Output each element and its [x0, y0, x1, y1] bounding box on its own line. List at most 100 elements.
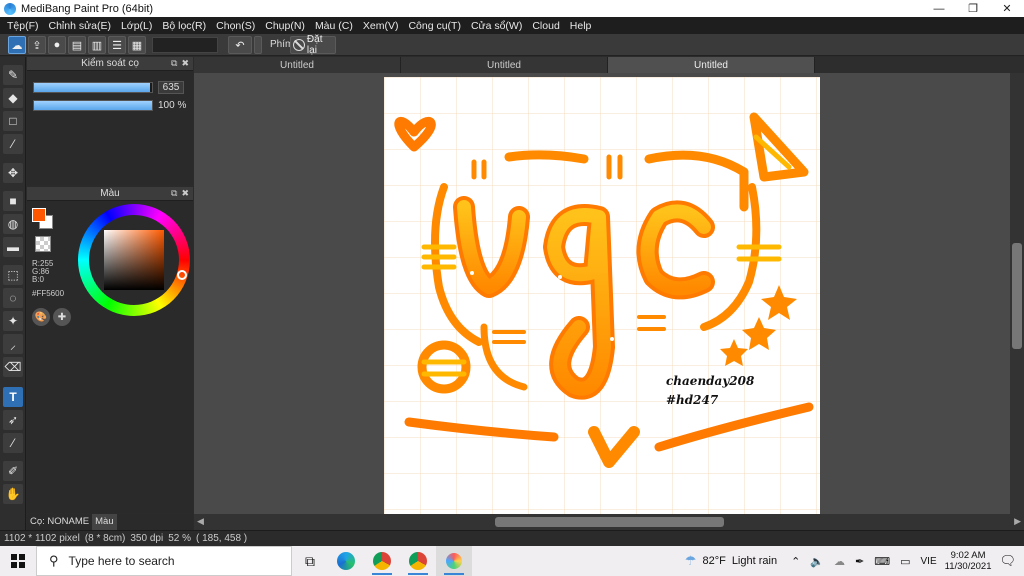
select-rect-tool-icon[interactable]: ⬚ — [3, 265, 23, 285]
comment-icon[interactable]: ● — [48, 36, 66, 54]
onedrive-icon[interactable]: ☁ — [834, 555, 845, 568]
status-bar: 1102 * 1102 pixel (8 * 8cm) 350 dpi 52 %… — [0, 530, 1024, 546]
eraser-tool-icon[interactable]: ◆ — [3, 88, 23, 108]
scroll-right-arrow-icon[interactable]: ▶ — [1014, 516, 1021, 527]
text-tool-icon[interactable]: T — [3, 387, 23, 407]
brush-size-value[interactable]: 635 — [158, 81, 184, 94]
search-placeholder: Type here to search — [68, 554, 175, 568]
notification-icon[interactable]: 🗨 — [999, 553, 1016, 569]
menu-view[interactable]: Xem(V) — [358, 20, 404, 32]
menu-filter[interactable]: Bộ lọc(R) — [157, 20, 211, 32]
artwork-canvas[interactable]: chaenday208 #hd247 — [384, 77, 820, 514]
doc-tab-2[interactable]: Untitled — [401, 57, 608, 73]
transparent-color-swatch[interactable] — [35, 236, 51, 252]
window-title: MediBang Paint Pro (64bit) — [21, 2, 154, 15]
horizontal-scroll-thumb[interactable] — [495, 517, 724, 527]
menu-file[interactable]: Tệp(F) — [2, 20, 44, 32]
doc-tab-1[interactable]: Untitled — [194, 57, 401, 73]
display-icon[interactable]: ▭ — [900, 555, 910, 568]
taskbar-search-box[interactable]: ⚲ Type here to search — [36, 546, 292, 576]
menu-tools[interactable]: Công cụ(T) — [403, 20, 466, 32]
gradient-tool-icon[interactable]: ▬ — [3, 237, 23, 257]
select-pen-tool-icon[interactable]: ⸝ — [3, 334, 23, 354]
weather-icon[interactable]: ☂ — [685, 553, 697, 569]
undo-dropdown[interactable] — [254, 36, 262, 54]
maximize-button[interactable]: ❐ — [956, 0, 990, 17]
language-indicator[interactable]: VIE — [921, 556, 937, 567]
brush-size-slider[interactable] — [33, 82, 153, 93]
artwork-credit-name: chaenday208 — [666, 374, 755, 388]
operation-tool-icon[interactable]: ➶ — [3, 410, 23, 430]
tab-brush[interactable]: Cọ: NONAME — [27, 514, 92, 530]
pen-icon[interactable]: ✒ — [855, 555, 864, 568]
keyboard-icon[interactable]: ⌨ — [874, 555, 890, 568]
dot-brush-tool-icon[interactable]: ⁄ — [3, 134, 23, 154]
no-symbol-icon — [293, 39, 305, 51]
panel-close-icon[interactable]: ✖ — [181, 188, 189, 199]
fill-rect-tool-icon[interactable]: ■ — [3, 191, 23, 211]
undo-icon[interactable]: ↶ — [228, 36, 252, 54]
color-panel-header: Màu ⧉ ✖ — [27, 187, 193, 201]
vertical-scroll-thumb[interactable] — [1012, 243, 1022, 349]
scroll-left-arrow-icon[interactable]: ◀ — [197, 516, 204, 527]
clock[interactable]: 9:02 AM 11/30/2021 — [937, 550, 1000, 572]
brush-opacity-slider[interactable] — [33, 100, 153, 111]
menu-window[interactable]: Cửa sổ(W) — [466, 20, 527, 32]
medibang-taskbar-icon[interactable] — [436, 546, 472, 576]
canvas-area[interactable]: chaenday208 #hd247 — [194, 73, 1010, 514]
brush-tool-icon[interactable]: ✎ — [3, 65, 23, 85]
menu-select[interactable]: Chọn(S) — [211, 20, 260, 32]
volume-icon[interactable]: 🔈 — [810, 555, 824, 568]
bucket-tool-icon[interactable]: ◍ — [3, 214, 23, 234]
saturation-value-square[interactable] — [104, 230, 164, 290]
hue-knob[interactable] — [177, 270, 187, 280]
tab-color[interactable]: Màu — [92, 514, 117, 530]
share-icon[interactable]: ⇪ — [28, 36, 46, 54]
start-button[interactable] — [0, 546, 36, 576]
artwork-drawing — [384, 77, 820, 514]
menu-cloud[interactable]: Cloud — [527, 20, 564, 32]
weather-temp[interactable]: 82°F — [702, 555, 725, 567]
menu-edit[interactable]: Chỉnh sửa(E) — [44, 20, 116, 32]
rectangle-tool-icon[interactable]: □ — [3, 111, 23, 131]
lasso-tool-icon[interactable]: ◌ — [3, 288, 23, 308]
move-tool-icon[interactable]: ✥ — [3, 163, 23, 183]
grid-icon[interactable]: ▦ — [128, 36, 146, 54]
task-view-icon[interactable]: ⧉ — [292, 546, 328, 576]
menu-help[interactable]: Help — [565, 20, 597, 32]
palette-add-icon[interactable]: ✚ — [53, 308, 71, 326]
divide-tool-icon[interactable]: ⁄ — [3, 433, 23, 453]
weather-desc[interactable]: Light rain — [732, 555, 777, 567]
popout-icon[interactable]: ⧉ — [171, 188, 177, 199]
message-icon[interactable]: ▤ — [68, 36, 86, 54]
vertical-scrollbar[interactable] — [1010, 73, 1024, 514]
horizontal-scrollbar[interactable]: ◀ ▶ — [194, 514, 1024, 530]
panel-close-icon[interactable]: ✖ — [181, 58, 189, 69]
hue-color-wheel[interactable] — [78, 204, 190, 316]
status-coords: ( 185, 458 ) — [195, 533, 248, 544]
palette-icon[interactable]: 🎨 — [32, 308, 50, 326]
list-icon[interactable]: ☰ — [108, 36, 126, 54]
popout-icon[interactable]: ⧉ — [171, 58, 177, 69]
menu-layer[interactable]: Lớp(L) — [116, 20, 157, 32]
select-eraser-tool-icon[interactable]: ⌫ — [3, 357, 23, 377]
eyedropper-tool-icon[interactable]: ✐ — [3, 461, 23, 481]
chrome-icon-2[interactable] — [400, 546, 436, 576]
magic-wand-tool-icon[interactable]: ✦ — [3, 311, 23, 331]
menu-color[interactable]: Màu (C) — [310, 20, 358, 32]
cloud-icon[interactable]: ☁ — [8, 36, 26, 54]
hand-tool-icon[interactable]: ✋ — [3, 484, 23, 504]
minimize-button[interactable]: — — [922, 0, 956, 17]
chrome-icon-1[interactable] — [364, 546, 400, 576]
close-button[interactable]: ✕ — [990, 0, 1024, 17]
menu-capture[interactable]: Chụp(N) — [260, 20, 310, 32]
menu-bar: Tệp(F) Chỉnh sửa(E) Lớp(L) Bộ lọc(R) Chọ… — [0, 17, 1024, 34]
windows-taskbar: ⚲ Type here to search ⧉ ☂ 82°F Light rai… — [0, 546, 1024, 576]
edge-icon[interactable] — [328, 546, 364, 576]
title-bar: MediBang Paint Pro (64bit) — ❐ ✕ — [0, 0, 1024, 17]
foreground-color-swatch[interactable] — [32, 208, 46, 222]
chevron-up-icon[interactable]: ⌃ — [791, 555, 800, 568]
document-icon[interactable]: ▥ — [88, 36, 106, 54]
doc-tab-3[interactable]: Untitled — [608, 57, 815, 73]
reset-button[interactable]: Đặt lại — [290, 34, 336, 56]
